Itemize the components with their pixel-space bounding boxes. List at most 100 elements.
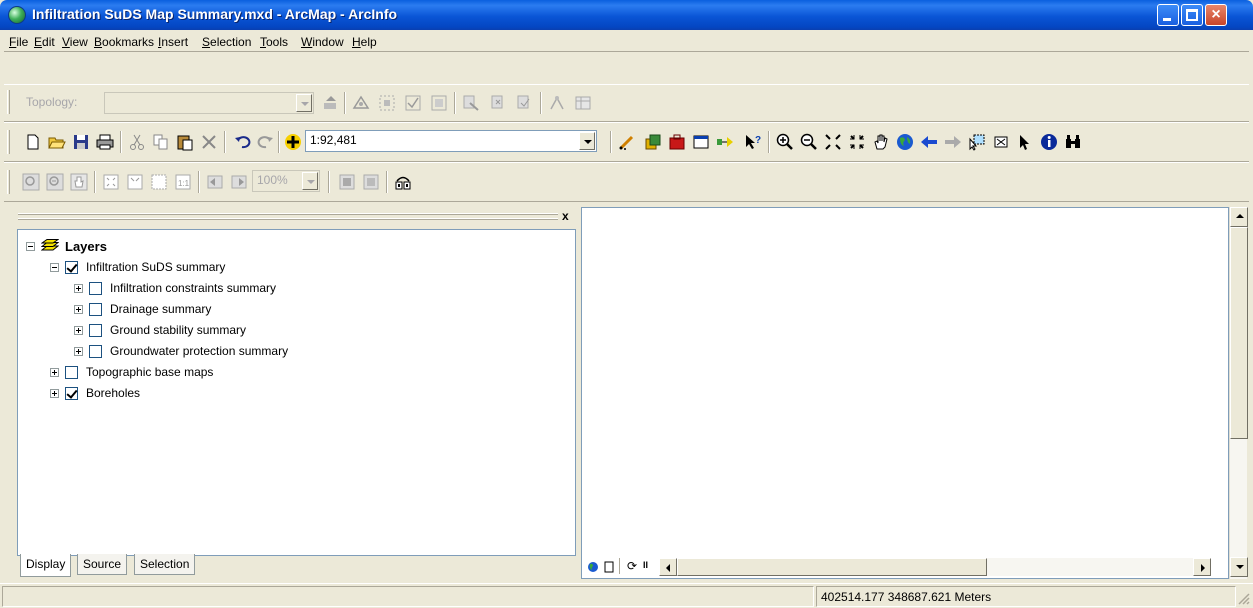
title-bar[interactable]: Infiltration SuDS Map Summary.mxd - ArcM…	[0, 0, 1253, 30]
map-scale-dropdown[interactable]: 1:92,481	[305, 130, 597, 152]
toolbar-grip[interactable]	[7, 130, 10, 154]
fix-topology-error-icon[interactable]	[490, 94, 508, 112]
layout-fixed-zoom-out-icon[interactable]	[150, 173, 168, 191]
layer-visibility-checkbox[interactable]	[89, 323, 102, 337]
add-data-icon[interactable]	[284, 133, 302, 151]
minimize-button[interactable]	[1157, 4, 1179, 26]
collapse-icon[interactable]	[50, 262, 59, 272]
maximize-button[interactable]	[1181, 4, 1203, 26]
copy-icon[interactable]	[152, 133, 170, 151]
layer-boreholes[interactable]: Boreholes	[50, 383, 140, 403]
layout-zoom-in-icon[interactable]	[22, 173, 40, 191]
identify-info-icon[interactable]	[1040, 133, 1058, 151]
open-folder-icon[interactable]	[48, 133, 66, 151]
layout-forward-extent-icon[interactable]	[230, 173, 248, 191]
new-document-icon[interactable]	[24, 133, 42, 151]
editor-toolbar-icon[interactable]	[618, 133, 636, 151]
layer-visibility-checkbox[interactable]	[65, 386, 78, 400]
topology-dropdown[interactable]	[104, 92, 314, 114]
layout-fixed-zoom-in-icon[interactable]	[126, 173, 144, 191]
zoom-out-icon[interactable]	[800, 133, 818, 151]
command-line-icon[interactable]	[692, 133, 710, 151]
menu-bookmarks[interactable]: Bookmarks	[94, 35, 154, 49]
cut-icon[interactable]	[128, 133, 146, 151]
error-inspector-icon[interactable]	[462, 94, 480, 112]
arctoolbox-icon[interactable]	[668, 133, 686, 151]
whats-this-help-icon[interactable]: ?	[744, 133, 762, 151]
layer-visibility-checkbox[interactable]	[89, 281, 102, 295]
clear-selection-icon[interactable]	[992, 133, 1010, 151]
focus-data-frame-icon[interactable]	[362, 173, 380, 191]
scroll-up-button[interactable]	[1230, 207, 1248, 227]
print-icon[interactable]	[96, 133, 114, 151]
menu-help[interactable]: Help	[352, 35, 377, 49]
topology-layer-icon[interactable]	[322, 94, 340, 112]
undo-icon[interactable]	[234, 133, 252, 151]
layer-visibility-checkbox[interactable]	[65, 365, 78, 379]
tab-display[interactable]: Display	[20, 554, 72, 577]
toc-root-layers[interactable]: Layers	[26, 236, 107, 256]
select-features-icon[interactable]	[968, 133, 986, 151]
layout-zoom-100-icon[interactable]: 1:1	[174, 173, 192, 191]
scroll-right-button[interactable]	[1193, 558, 1211, 576]
layout-pan-icon[interactable]	[70, 173, 88, 191]
layer-topographic-base-maps[interactable]: Topographic base maps	[50, 362, 213, 382]
close-button[interactable]: ×	[1205, 4, 1227, 26]
toolbar-grip[interactable]	[7, 170, 10, 194]
expand-icon[interactable]	[74, 346, 83, 356]
toc-close-button[interactable]: x	[562, 209, 569, 223]
layer-ground-stability-summary[interactable]: Ground stability summary	[74, 320, 246, 340]
vertical-scroll-thumb[interactable]	[1230, 227, 1248, 439]
full-extent-globe-icon[interactable]	[896, 133, 914, 151]
select-elements-arrow-icon[interactable]	[1016, 133, 1034, 151]
topology-error-icon[interactable]	[516, 94, 534, 112]
topology-validate-extent-icon[interactable]	[430, 94, 448, 112]
layout-view-page-icon[interactable]	[603, 561, 615, 573]
menu-window[interactable]: Window	[301, 35, 344, 49]
paste-icon[interactable]	[176, 133, 194, 151]
layer-visibility-checkbox[interactable]	[65, 260, 78, 274]
menu-view[interactable]: View	[62, 35, 88, 49]
redo-icon[interactable]	[256, 133, 274, 151]
menu-insert[interactable]: Insert	[158, 35, 188, 49]
topology-edit-icon[interactable]	[352, 94, 370, 112]
layout-zoom-out-icon[interactable]	[46, 173, 64, 191]
fixed-zoom-in-icon[interactable]	[824, 133, 842, 151]
tab-source[interactable]: Source	[77, 554, 128, 575]
layout-zoom-whole-page-icon[interactable]	[102, 173, 120, 191]
topology-properties-icon[interactable]	[548, 94, 566, 112]
toc-layer-list[interactable]: Layers Infiltration SuDS summary Infiltr…	[17, 229, 576, 556]
expand-icon[interactable]	[74, 304, 83, 314]
layout-zoom-dropdown[interactable]: 100%	[252, 170, 320, 192]
find-binoculars-icon[interactable]	[1064, 133, 1082, 151]
tab-selection[interactable]: Selection	[134, 554, 196, 575]
layer-infiltration-suds-summary[interactable]: Infiltration SuDS summary	[50, 257, 225, 277]
arccatalog-icon[interactable]	[644, 133, 662, 151]
toolbar-grip[interactable]	[7, 90, 10, 114]
layer-drainage-summary[interactable]: Drainage summary	[74, 299, 211, 319]
model-builder-icon[interactable]	[716, 133, 734, 151]
forward-extent-arrow-icon[interactable]	[944, 133, 962, 151]
toggle-draft-mode-icon[interactable]	[338, 173, 356, 191]
menu-edit[interactable]: Edit	[34, 35, 55, 49]
layout-back-extent-icon[interactable]	[206, 173, 224, 191]
refresh-icon[interactable]: ⟳	[627, 559, 637, 573]
layer-groundwater-protection-summary[interactable]: Groundwater protection summary	[74, 341, 288, 361]
save-icon[interactable]	[72, 133, 90, 151]
back-extent-arrow-icon[interactable]	[920, 133, 938, 151]
scroll-left-button[interactable]	[659, 558, 677, 576]
zoom-in-icon[interactable]	[776, 133, 794, 151]
layer-visibility-checkbox[interactable]	[89, 302, 102, 316]
fixed-zoom-out-icon[interactable]	[848, 133, 866, 151]
data-view-globe-icon[interactable]	[587, 561, 599, 573]
expand-icon[interactable]	[50, 388, 59, 398]
delete-icon[interactable]	[200, 133, 218, 151]
layer-visibility-checkbox[interactable]	[89, 344, 102, 358]
map-canvas[interactable]	[581, 207, 1229, 579]
expand-icon[interactable]	[74, 325, 83, 335]
topology-table-icon[interactable]	[574, 94, 592, 112]
resize-grip-icon[interactable]	[1238, 593, 1250, 605]
pan-hand-icon[interactable]	[872, 133, 890, 151]
map-vertical-scrollbar[interactable]	[1229, 207, 1248, 579]
expand-icon[interactable]	[74, 283, 83, 293]
